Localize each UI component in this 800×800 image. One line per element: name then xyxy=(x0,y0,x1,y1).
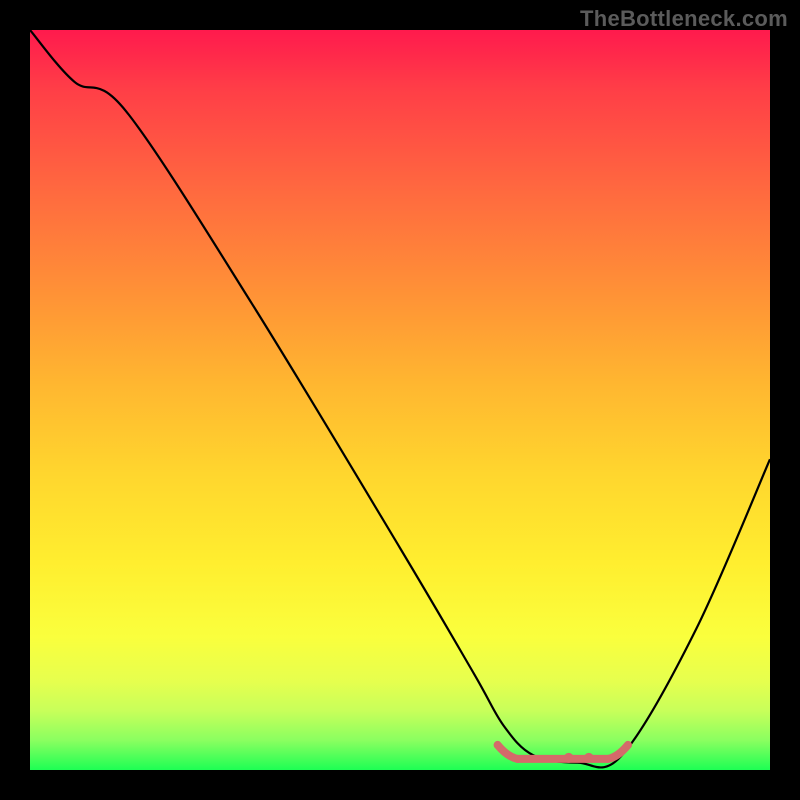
bottleneck-curve xyxy=(30,30,770,767)
chart-svg xyxy=(30,30,770,770)
bottleneck-chart xyxy=(30,30,770,770)
watermark-text: TheBottleneck.com xyxy=(580,6,788,32)
optimal-marker-dot xyxy=(584,753,594,763)
optimal-range-marker-right xyxy=(608,745,628,759)
optimal-marker-dot xyxy=(564,753,574,763)
